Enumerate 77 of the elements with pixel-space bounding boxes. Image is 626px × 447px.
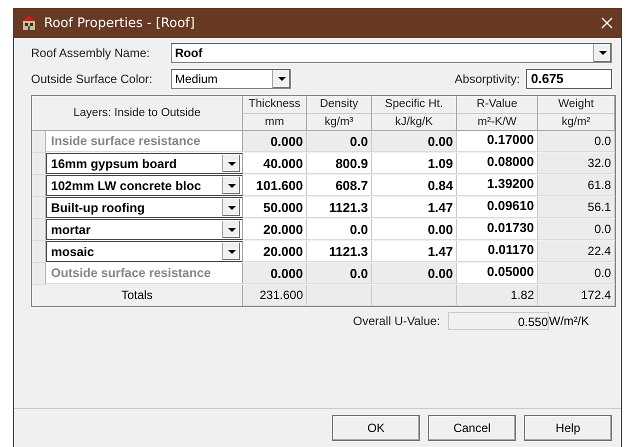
- table-cell: 231.600: [243, 285, 307, 306]
- column-unit: kg/m²: [560, 115, 592, 130]
- table-cell: 1121.3: [307, 197, 372, 218]
- table-cell: 0.0: [538, 131, 615, 152]
- table-cell: 1121.3: [307, 241, 372, 262]
- table-cell: 0.0: [307, 219, 372, 240]
- table-cell: 0.0: [538, 219, 615, 240]
- close-icon[interactable]: [601, 17, 613, 29]
- table-cell: 0.00: [372, 219, 457, 240]
- caret-icon[interactable]: [228, 250, 236, 254]
- layer-dropdown[interactable]: mosaic: [46, 241, 243, 262]
- layer-name: Outside surface resistance: [46, 263, 243, 284]
- caret-icon[interactable]: [228, 206, 236, 210]
- column-title: R-Value: [457, 96, 537, 114]
- absorptivity-field[interactable]: 0.675: [526, 68, 612, 88]
- table-cell: 1.09: [372, 153, 457, 174]
- house-icon: [20, 15, 38, 31]
- column-unit: mm: [264, 115, 286, 130]
- column-title: Specific Ht.: [372, 96, 456, 114]
- name-combo-box[interactable]: Roof: [171, 42, 612, 62]
- table-cell: 101.600: [243, 175, 307, 196]
- table-cell: 0.08000: [457, 153, 538, 174]
- field-label: Absorptivity:: [454, 72, 520, 86]
- field-label: Outside Surface Color:: [31, 72, 154, 86]
- table-cell: 0.01730: [457, 219, 538, 240]
- u-value-unit: W/m²/K: [549, 314, 589, 328]
- caret-icon[interactable]: [228, 228, 236, 232]
- table-cell: 172.4: [538, 285, 615, 306]
- table-cell: 61.8: [538, 175, 615, 196]
- table-cell: 50.000: [243, 197, 307, 218]
- caret-icon[interactable]: [228, 184, 236, 188]
- dialog-button[interactable]: OK: [332, 415, 420, 441]
- column-unit: kJ/kg/K: [394, 115, 434, 130]
- layer-name: Inside surface resistance: [46, 131, 243, 152]
- table-cell: 0.000: [243, 263, 307, 284]
- table-cell: 0.05000: [457, 263, 538, 284]
- table-cell: 20.000: [243, 241, 307, 262]
- table-cell: 0.01170: [457, 241, 538, 262]
- table-cell: 0.00: [372, 131, 457, 152]
- field-label: Roof Assembly Name:: [31, 46, 151, 60]
- dialog-button[interactable]: Help: [524, 415, 612, 441]
- caret-icon[interactable]: [598, 50, 606, 54]
- layer-dropdown[interactable]: 102mm LW concrete bloc: [46, 175, 243, 196]
- table-cell: 32.0: [538, 153, 615, 174]
- table-cell: 800.9: [307, 153, 372, 174]
- table-cell: 0.0: [307, 263, 372, 284]
- color-combo-box[interactable]: Medium: [171, 68, 291, 88]
- layer-dropdown[interactable]: 16mm gypsum board: [46, 153, 243, 174]
- table-cell: 1.39200: [457, 175, 538, 196]
- table-cell: 0.17000: [457, 131, 538, 152]
- u-value: 0.550: [448, 312, 549, 330]
- layer-dropdown[interactable]: Built-up roofing: [46, 197, 243, 218]
- table-cell: 0.000: [243, 131, 307, 152]
- column-unit: kg/m³: [324, 115, 354, 130]
- u-value-label: Overall U-Value:: [353, 314, 442, 328]
- column-title: Density: [307, 96, 371, 114]
- table-cell: 40.000: [243, 153, 307, 174]
- table-cell: 0.00: [372, 263, 457, 284]
- window-title: Roof Properties - [Roof]: [44, 16, 196, 30]
- caret-icon[interactable]: [278, 76, 286, 80]
- table-cell: 0.0: [307, 131, 372, 152]
- dialog-button[interactable]: Cancel: [428, 415, 516, 441]
- table-cell: 0.09610: [457, 197, 538, 218]
- table-cell: 0.0: [538, 263, 615, 284]
- table-cell: 20.000: [243, 219, 307, 240]
- table-cell: 56.1: [538, 197, 615, 218]
- table-cell: 1.47: [372, 197, 457, 218]
- column-title: Weight: [538, 96, 614, 114]
- column-title: Thickness: [243, 96, 306, 114]
- column-unit: m²-K/W: [476, 115, 518, 130]
- table-cell: 608.7: [307, 175, 372, 196]
- table-cell: 1.47: [372, 241, 457, 262]
- table-cell: 0.84: [372, 175, 457, 196]
- layer-dropdown[interactable]: mortar: [46, 219, 243, 240]
- table-cell: 1.82: [457, 285, 538, 306]
- table-cell: 22.4: [538, 241, 615, 262]
- caret-icon[interactable]: [228, 162, 236, 166]
